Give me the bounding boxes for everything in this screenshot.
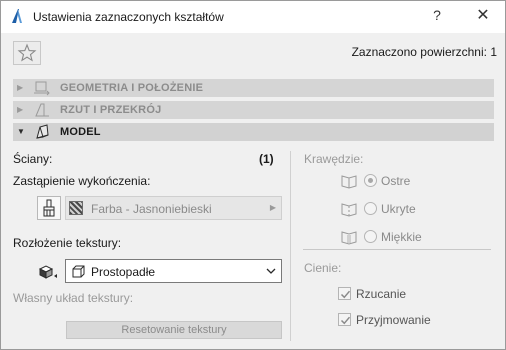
- window-title: Ustawienia zaznaczonych kształtów: [33, 10, 224, 24]
- material-swatch: [69, 201, 83, 215]
- sharp-edge-icon: [341, 175, 357, 189]
- checkmark-icon: [340, 290, 351, 299]
- brush-icon: [43, 199, 55, 217]
- shadow-receive-label: Przyjmowanie: [356, 313, 431, 327]
- faces-label: Ściany:: [13, 152, 53, 166]
- shadow-receive-checkbox[interactable]: [338, 313, 351, 326]
- geometry-icon: [34, 81, 50, 96]
- archicad-logo-icon: [12, 9, 22, 23]
- model-icon: [36, 124, 49, 139]
- edge-sharp-radio[interactable]: [364, 174, 377, 187]
- edge-sharp-label: Ostre: [381, 174, 411, 188]
- chevron-down-icon: [266, 268, 276, 274]
- custom-texture-label: Własny układ tekstury:: [13, 291, 134, 305]
- override-label: Zastąpienie wykończenia:: [13, 174, 151, 188]
- edges-label: Krawędzie:: [304, 152, 364, 166]
- section-plan-label: RZUT I PRZEKRÓJ: [60, 104, 162, 116]
- material-value: Farba - Jasnoniebieski: [91, 202, 212, 216]
- selection-count: Zaznaczono powierzchni: 1: [351, 45, 497, 59]
- edge-soft-label: Miękkie: [381, 230, 422, 244]
- section-plan-section[interactable]: ▶ RZUT I PRZEKRÓJ: [13, 101, 494, 119]
- edges-shadows-divider: [303, 249, 491, 250]
- expand-arrow-icon: ▶: [17, 105, 24, 114]
- help-button[interactable]: ?: [425, 7, 449, 27]
- section-geometry-label: GEOMETRIA I POŁOŻENIE: [60, 82, 204, 94]
- expand-arrow-icon: ▶: [17, 83, 24, 92]
- hidden-edge-icon: [341, 203, 357, 217]
- dialog-window: Ustawienia zaznaczonych kształtów ? ✕ Za…: [0, 0, 506, 350]
- reset-texture-button[interactable]: Resetowanie tekstury: [66, 321, 282, 339]
- checkmark-icon: [340, 316, 351, 325]
- texture-mapping-label: Rozłożenie tekstury:: [13, 236, 122, 250]
- star-icon: [17, 43, 37, 62]
- dialog-body: Zaznaczono powierzchni: 1 ▶ GEOMETRIA I …: [1, 33, 505, 349]
- shadow-cast-label: Rzucanie: [356, 287, 407, 301]
- edge-soft-radio[interactable]: [364, 230, 377, 243]
- projection-value: Prostopadłe: [91, 265, 156, 279]
- soft-edge-icon: [341, 231, 357, 245]
- chevron-right-icon: ▶: [269, 203, 276, 212]
- collapse-arrow-icon: ▼: [17, 127, 25, 136]
- plan-section-icon: [35, 103, 49, 117]
- material-select[interactable]: Farba - Jasnoniebieski ▶: [65, 196, 282, 220]
- faces-count: (1): [259, 152, 274, 166]
- texture-cube-icon: [38, 265, 57, 279]
- title-bar[interactable]: Ustawienia zaznaczonych kształtów ? ✕: [1, 1, 505, 33]
- box-projection-icon: [72, 265, 85, 278]
- section-model[interactable]: ▼ MODEL: [13, 123, 494, 141]
- projection-dropdown[interactable]: Prostopadłe: [65, 259, 282, 283]
- section-geometry[interactable]: ▶ GEOMETRIA I POŁOŻENIE: [13, 79, 494, 97]
- edge-hidden-radio[interactable]: [364, 202, 377, 215]
- edge-hidden-label: Ukryte: [381, 202, 416, 216]
- section-model-label: MODEL: [60, 126, 101, 138]
- column-divider: [290, 151, 291, 341]
- shadows-label: Cienie:: [304, 261, 342, 275]
- override-toggle-button[interactable]: [37, 196, 61, 220]
- shadow-cast-checkbox[interactable]: [338, 287, 351, 300]
- favorites-button[interactable]: [13, 41, 41, 65]
- close-button[interactable]: ✕: [469, 5, 497, 27]
